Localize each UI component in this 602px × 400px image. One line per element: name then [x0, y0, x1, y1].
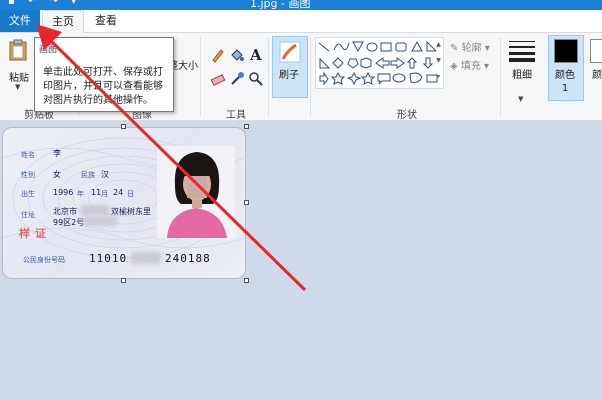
annotation-arrow: [36, 24, 307, 292]
